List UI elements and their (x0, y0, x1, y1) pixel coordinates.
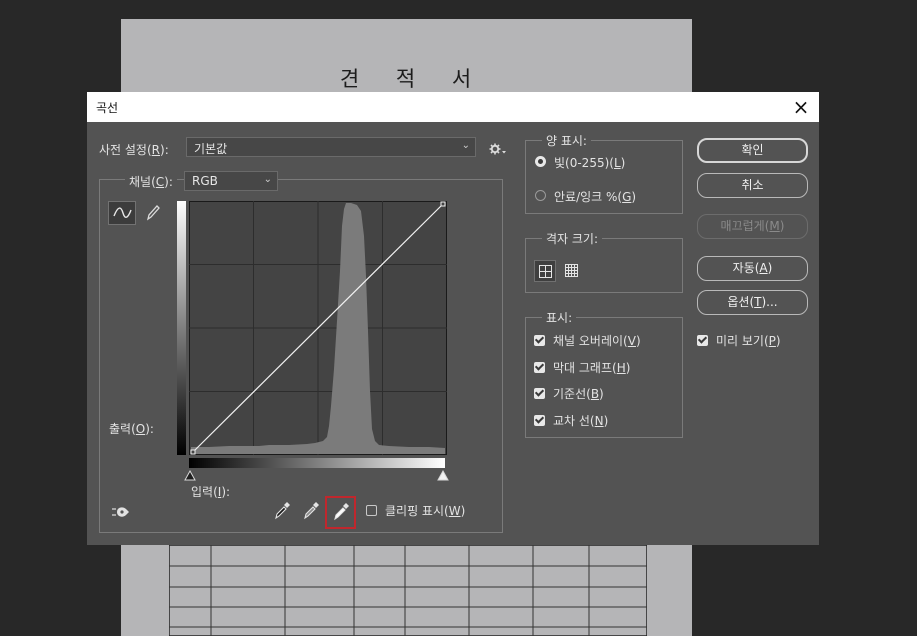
close-icon[interactable]: × (787, 94, 815, 120)
clipping-label: 클리핑 표시(W) (385, 504, 466, 518)
pencil-icon (146, 205, 160, 221)
channel-dropdown[interactable]: RGB ⌄ (184, 171, 278, 191)
histogram-checkbox[interactable] (534, 362, 545, 373)
grid-simple-button[interactable] (534, 260, 556, 282)
intersection-line-checkbox[interactable] (534, 415, 545, 426)
input-label: 입력(I): (191, 485, 231, 499)
chevron-down-icon: ⌄ (263, 174, 272, 185)
curves-dialog: 곡선 × 사전 설정(R): 기본값 ⌄ 채널(C): RGB ⌄ 출력(O):… (87, 92, 819, 545)
input-gradient-bar (189, 458, 445, 468)
curve-points-icon (113, 207, 132, 218)
white-point-slider[interactable] (437, 470, 449, 482)
dialog-title: 곡선 (96, 101, 119, 115)
curve-point-white (440, 201, 446, 207)
light-label: 빛(0-255)(L) (554, 156, 626, 170)
clipping-checkbox[interactable] (366, 505, 377, 516)
preset-label: 사전 설정(R): (99, 143, 169, 157)
gray-eyedropper-icon[interactable] (302, 501, 320, 521)
output-gradient-bar (177, 201, 186, 455)
amount-legend: 양 표시: (542, 132, 591, 149)
document-title: 견 적 서 (339, 67, 474, 91)
auto-button[interactable]: 자동(A) (697, 256, 808, 281)
curve-tool-button[interactable] (108, 201, 136, 225)
histogram-label: 막대 그래프(H) (553, 361, 631, 375)
chevron-down-icon: ⌄ (461, 140, 470, 151)
baseline-checkbox[interactable] (534, 388, 545, 399)
channel-label: 채널(C): (125, 173, 177, 190)
smooth-button: 매끄럽게(M) (697, 214, 808, 239)
black-eyedropper-icon[interactable] (273, 501, 291, 521)
white-eyedropper-icon (334, 503, 349, 521)
show-legend: 표시: (542, 309, 577, 326)
light-radio[interactable] (535, 156, 546, 167)
preview-checkbox[interactable] (697, 335, 708, 346)
target-adjust-icon[interactable] (111, 503, 133, 521)
black-point-slider[interactable] (184, 470, 196, 482)
curve-graph[interactable] (189, 201, 447, 455)
document-table (169, 545, 647, 636)
channel-overlay-label: 채널 오버레이(V) (553, 334, 641, 348)
grid-size-legend: 격자 크기: (542, 230, 603, 247)
cancel-button[interactable]: 취소 (697, 173, 808, 198)
grid-simple-icon (539, 265, 552, 278)
white-eyedropper-button[interactable] (325, 496, 356, 529)
output-label: 출력(O): (109, 422, 154, 436)
title-bar: 곡선 × (87, 92, 819, 122)
ink-label: 안료/잉크 %(G) (554, 190, 637, 204)
preset-value: 기본값 (194, 142, 228, 156)
baseline-label: 기준선(B) (553, 387, 604, 401)
preview-label: 미리 보기(P) (716, 334, 781, 348)
pencil-tool-button[interactable] (139, 201, 167, 225)
gear-icon[interactable] (489, 143, 507, 157)
grid-detailed-button[interactable] (561, 260, 583, 282)
ok-button[interactable]: 확인 (697, 138, 808, 163)
preset-dropdown[interactable]: 기본값 ⌄ (186, 137, 476, 157)
grid-detailed-icon (565, 264, 578, 277)
intersection-line-label: 교차 선(N) (553, 414, 609, 428)
channel-overlay-checkbox[interactable] (534, 335, 545, 346)
curve-point-black (190, 449, 196, 455)
ink-radio[interactable] (535, 190, 546, 201)
options-button[interactable]: 옵션(T)... (697, 290, 808, 315)
channel-value: RGB (192, 174, 218, 188)
